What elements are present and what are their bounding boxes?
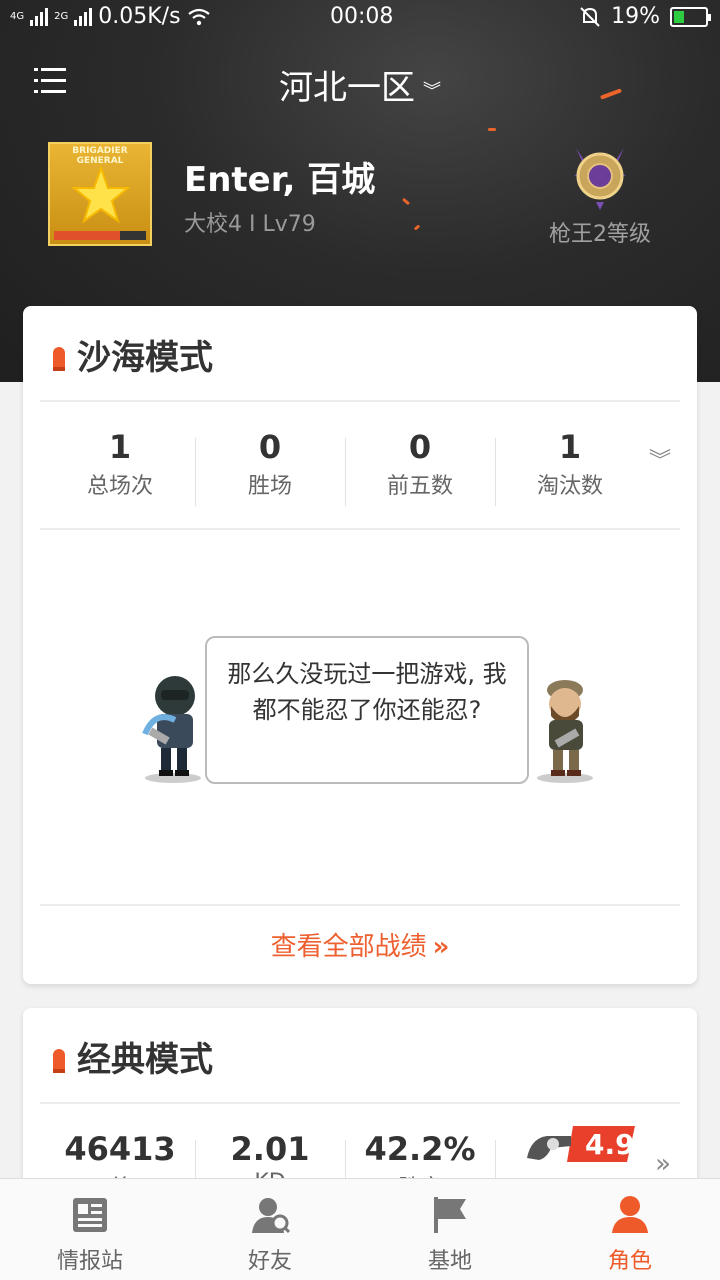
flag-icon bbox=[434, 1197, 466, 1233]
server-name: 河北一区 bbox=[279, 68, 415, 108]
rank-progress-bar bbox=[54, 231, 146, 240]
clock: 00:08 bbox=[330, 4, 394, 29]
stat-label: 总场次 bbox=[86, 474, 153, 499]
battery-percent: 19% bbox=[611, 4, 660, 29]
medal-icon[interactable] bbox=[566, 140, 634, 212]
person-icon bbox=[612, 1196, 648, 1233]
nav-label: 基地 bbox=[427, 1249, 472, 1274]
bottom-nav: 情报站 好友 基地 角色 bbox=[0, 1178, 720, 1280]
network-type-2: 2G bbox=[54, 10, 69, 22]
stat-value: 1 bbox=[558, 428, 582, 466]
desert-mode-card: 沙海模式 1 总场次 0 胜场 0 前五数 1 淘汰数 ︾ 那么久没玩过一把游戏… bbox=[23, 306, 697, 984]
soldier-left-illustration bbox=[142, 676, 201, 783]
soldier-right-illustration bbox=[537, 680, 593, 783]
player-level: 大校4 I Lv79 bbox=[184, 212, 316, 237]
status-bar: 4G 2G 0.05K/s 00:08 19% bbox=[0, 0, 720, 36]
double-chevron-right-icon: » bbox=[432, 932, 450, 962]
network-type-1: 4G bbox=[10, 10, 25, 22]
stat-total-matches: 1 总场次 bbox=[45, 428, 195, 500]
score-value: 4.9 bbox=[585, 1128, 635, 1161]
star-icon bbox=[72, 166, 130, 224]
badge-top-text: BRIGADIER bbox=[72, 146, 128, 156]
stat-label: 淘汰数 bbox=[536, 474, 603, 499]
nav-item-news[interactable]: 情报站 bbox=[0, 1179, 180, 1280]
stat-value: 0 bbox=[258, 428, 282, 466]
bullet-icon bbox=[53, 339, 65, 371]
stat-value: 42.2% bbox=[364, 1130, 476, 1168]
friends-icon bbox=[252, 1198, 291, 1234]
stat-eliminations: 1 淘汰数 bbox=[495, 428, 645, 506]
stat-value: 2.01 bbox=[230, 1130, 310, 1168]
nav-item-character[interactable]: 角色 bbox=[540, 1179, 720, 1280]
divider bbox=[40, 1102, 680, 1104]
nav-label: 情报站 bbox=[56, 1249, 123, 1274]
battery-icon bbox=[670, 6, 711, 27]
bell-muted-icon bbox=[580, 6, 600, 27]
signal-icon bbox=[74, 7, 93, 26]
classic-mode-title: 经典模式 bbox=[77, 1040, 213, 1080]
badge-sub-text: GENERAL bbox=[76, 156, 124, 166]
signal-icon bbox=[30, 7, 49, 26]
rank-badge[interactable]: BRIGADIER GENERAL bbox=[48, 142, 152, 246]
server-selector[interactable]: 河北一区 ︾ bbox=[0, 60, 720, 109]
chevron-down-icon: ︾ bbox=[423, 80, 441, 102]
divider bbox=[40, 400, 680, 402]
stat-label: 胜场 bbox=[247, 474, 292, 499]
nav-item-friends[interactable]: 好友 bbox=[180, 1179, 360, 1280]
stat-wins: 0 胜场 bbox=[195, 428, 345, 506]
card-title: 经典模式 bbox=[53, 1032, 213, 1081]
spark-decoration bbox=[413, 224, 421, 231]
more-chevron-icon[interactable]: » bbox=[655, 1151, 671, 1177]
wifi-icon bbox=[187, 8, 210, 25]
divider bbox=[40, 904, 680, 906]
desert-stats: 1 总场次 0 胜场 0 前五数 1 淘汰数 bbox=[45, 428, 645, 506]
divider bbox=[40, 528, 680, 530]
news-icon bbox=[73, 1198, 107, 1232]
nav-label: 好友 bbox=[247, 1249, 292, 1274]
spark-decoration bbox=[401, 197, 411, 206]
desert-mode-title: 沙海模式 bbox=[77, 338, 213, 378]
expand-stats-icon[interactable]: ︾ bbox=[649, 451, 671, 473]
empty-message-bubble: 那么久没玩过一把游戏, 我都不能忍了你还能忍? bbox=[205, 636, 529, 784]
stat-label: 前五数 bbox=[386, 474, 453, 499]
network-speed: 0.05K/s bbox=[98, 4, 181, 29]
stat-value: 1 bbox=[108, 428, 132, 466]
nav-label: 角色 bbox=[607, 1249, 652, 1274]
card-title: 沙海模式 bbox=[53, 330, 213, 379]
bullet-icon bbox=[53, 1041, 65, 1073]
nav-item-base[interactable]: 基地 bbox=[360, 1179, 540, 1280]
score-badge: 4.9 bbox=[527, 1126, 637, 1162]
player-name: Enter, 百城 bbox=[184, 160, 376, 200]
medal-label: 枪王2等级 bbox=[549, 222, 651, 247]
view-all-records-link[interactable]: 查看全部战绩» bbox=[23, 926, 697, 963]
stat-value: 0 bbox=[408, 428, 432, 466]
view-all-label: 查看全部战绩 bbox=[270, 932, 427, 962]
stat-top-five: 0 前五数 bbox=[345, 428, 495, 506]
spark-decoration bbox=[488, 128, 496, 131]
stat-value: 46413 bbox=[64, 1130, 176, 1168]
